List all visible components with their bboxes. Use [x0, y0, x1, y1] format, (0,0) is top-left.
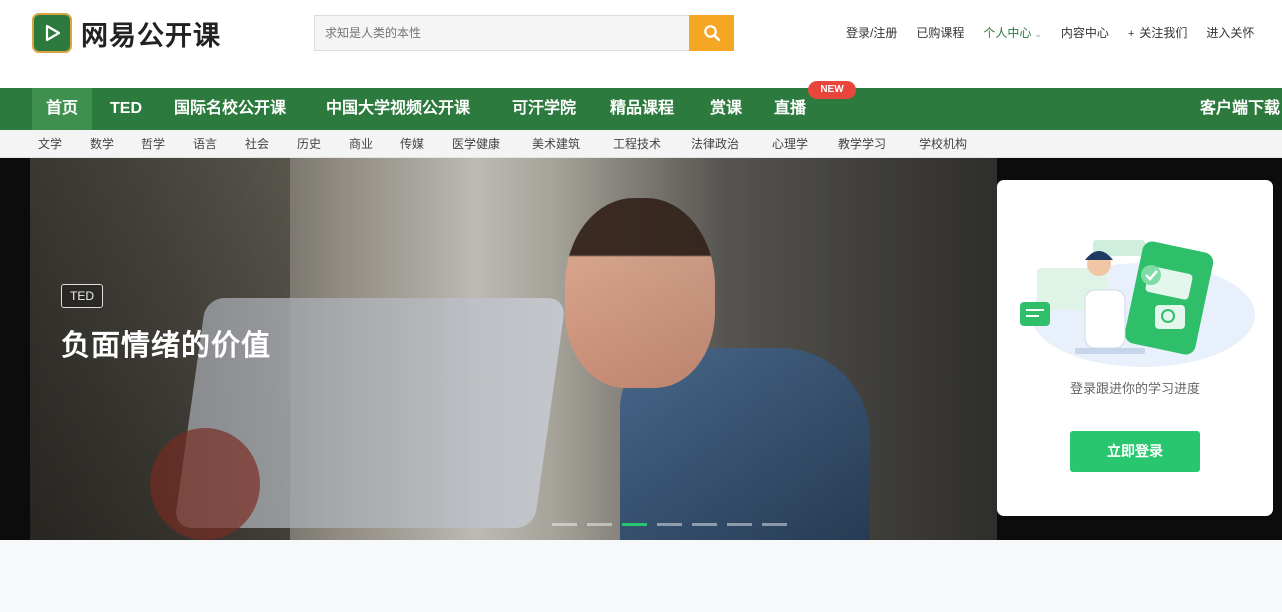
category-item[interactable]: 学校机构: [919, 130, 967, 158]
carousel-dot[interactable]: [552, 523, 577, 526]
category-item[interactable]: 美术建筑: [532, 130, 580, 158]
category-item[interactable]: 医学健康: [452, 130, 500, 158]
site-logo[interactable]: 网易公开课: [32, 13, 221, 53]
play-logo-icon: [32, 13, 72, 53]
top-header: 网易公开课 登录/注册 已购课程 个人中心⌄ 内容中心 + 关注我们 进入关怀: [0, 0, 1282, 88]
category-item[interactable]: 社会: [245, 130, 269, 158]
carousel-dot[interactable]: [692, 523, 717, 526]
category-item[interactable]: 语言: [193, 130, 217, 158]
personal-center-label: 个人中心: [983, 26, 1032, 40]
carousel-dot[interactable]: [657, 523, 682, 526]
search-input[interactable]: [314, 15, 689, 51]
category-item[interactable]: 心理学: [772, 130, 808, 158]
chevron-down-icon: ⌄: [1034, 29, 1042, 39]
category-item[interactable]: 工程技术: [613, 130, 661, 158]
nav-client-download[interactable]: 客户端下载: [1200, 88, 1280, 130]
top-links: 登录/注册 已购课程 个人中心 ⌄ 内容中心 + 关注我们 进入关怀: [846, 24, 1273, 41]
banner-title[interactable]: 负面情绪的价值: [61, 322, 271, 364]
category-bar: 文学 数学 哲学 语言 社会 历史 商业 传媒 医学健康 美术建筑 工程技术 法…: [0, 130, 1282, 158]
login-prompt: 登录跟进你的学习进度: [1069, 381, 1200, 396]
main-nav: 首页 TED 国际名校公开课 中国大学视频公开课 可汗学院 精品课程 赏课 直播…: [0, 88, 1282, 130]
new-badge: NEW: [808, 81, 856, 99]
plus-icon: +: [1127, 28, 1135, 40]
category-item[interactable]: 数学: [90, 130, 114, 158]
nav-premium-courses[interactable]: 精品课程: [610, 88, 674, 130]
carousel-dot[interactable]: [727, 523, 752, 526]
banner-tag: TED: [61, 284, 103, 308]
nav-china-university[interactable]: 中国大学视频公开课: [326, 88, 470, 130]
purchased-courses-link[interactable]: 已购课程: [916, 24, 964, 41]
category-item[interactable]: 历史: [297, 130, 321, 158]
carousel-dot[interactable]: [587, 523, 612, 526]
category-item[interactable]: 传媒: [400, 130, 424, 158]
brand-name: 网易公开课: [81, 20, 221, 51]
search-button[interactable]: [689, 15, 734, 51]
category-item[interactable]: 商业: [349, 130, 373, 158]
care-mode-link[interactable]: 进入关怀: [1206, 24, 1254, 41]
category-item[interactable]: 文学: [38, 130, 62, 158]
search-icon: [703, 25, 720, 42]
content-center-link[interactable]: 内容中心: [1061, 24, 1109, 41]
nav-reward-courses[interactable]: 赏课: [710, 88, 742, 130]
carousel-dot[interactable]: [762, 523, 787, 526]
study-illustration-icon: [1020, 240, 1255, 367]
category-item[interactable]: 教学学习: [838, 130, 886, 158]
search-bar: [314, 15, 734, 51]
carousel-dot-active[interactable]: [622, 523, 647, 526]
nav-live[interactable]: 直播: [774, 88, 806, 130]
login-button[interactable]: 立即登录: [1070, 431, 1200, 472]
nav-international-courses[interactable]: 国际名校公开课: [174, 88, 286, 130]
follow-us-label: 关注我们: [1139, 26, 1188, 40]
nav-khan-academy[interactable]: 可汗学院: [512, 88, 576, 130]
category-item[interactable]: 哲学: [141, 130, 165, 158]
nav-home[interactable]: 首页: [32, 88, 93, 130]
login-card: 登录跟进你的学习进度 立即登录: [997, 180, 1273, 516]
personal-center-link[interactable]: 个人中心 ⌄: [983, 24, 1042, 41]
category-item[interactable]: 法律政治: [691, 130, 739, 158]
login-register-link[interactable]: 登录/注册: [846, 24, 897, 41]
follow-us-link[interactable]: + 关注我们: [1128, 24, 1187, 41]
nav-ted[interactable]: TED: [110, 88, 142, 130]
carousel-indicators: [552, 523, 797, 526]
